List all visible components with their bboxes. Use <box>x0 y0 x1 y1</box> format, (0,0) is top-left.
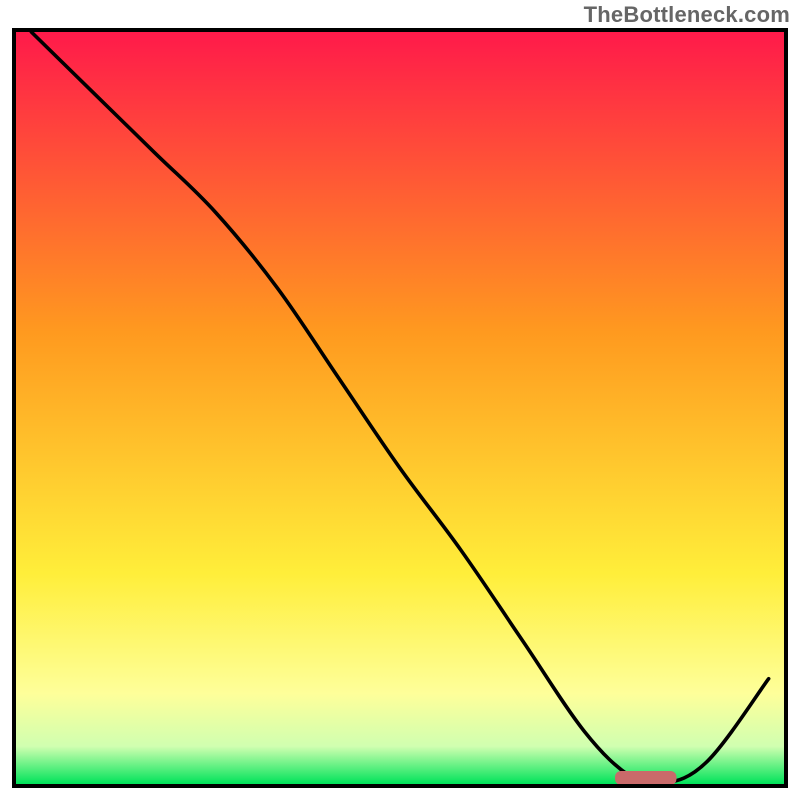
watermark-text: TheBottleneck.com <box>584 2 790 28</box>
gradient-background <box>16 32 784 784</box>
chart-svg <box>16 32 784 784</box>
chart-frame <box>12 28 788 788</box>
optimal-marker <box>615 771 676 784</box>
chart-container: TheBottleneck.com <box>0 0 800 800</box>
